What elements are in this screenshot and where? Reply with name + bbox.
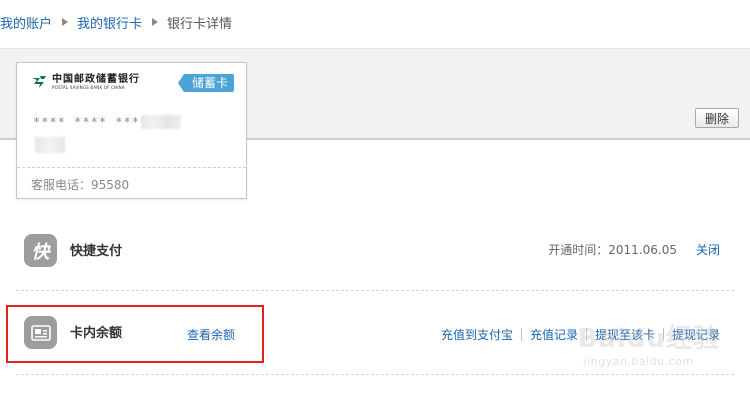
balance-actions: 充值到支付宝 充值记录 提现至该卡 提现记录	[441, 326, 720, 343]
row-divider	[16, 290, 734, 291]
breadcrumb: 我的账户 我的银行卡 银行卡详情	[0, 12, 232, 32]
action-separator	[520, 328, 522, 341]
recharge-records-link[interactable]: 充值记录	[530, 326, 578, 343]
bank-card: 中国邮政储蓄银行 POSTAL SAVINGS BANK OF CHINA 储蓄…	[16, 62, 247, 199]
row-divider	[16, 374, 734, 375]
delete-button[interactable]: 删除	[695, 108, 739, 128]
postal-bank-emblem-icon	[32, 76, 46, 88]
bank-name-cn: 中国邮政储蓄银行	[52, 74, 140, 85]
quick-pay-row: 快 快捷支付 开通时间：2011.06.05 关闭	[16, 216, 734, 286]
withdraw-records-link[interactable]: 提现记录	[672, 326, 720, 343]
quick-pay-close-link[interactable]: 关闭	[696, 241, 720, 258]
action-separator	[585, 328, 587, 341]
service-phone: 客服电话：95580	[31, 178, 130, 192]
bank-logo: 中国邮政储蓄银行 POSTAL SAVINGS BANK OF CHINA	[31, 74, 140, 91]
highlight-box	[6, 305, 264, 363]
recharge-to-alipay-link[interactable]: 充值到支付宝	[441, 326, 513, 343]
breadcrumb-separator-icon	[62, 18, 69, 26]
action-separator	[662, 328, 664, 341]
bank-name-en: POSTAL SAVINGS BANK OF CHINA	[52, 85, 125, 90]
withdraw-to-card-link[interactable]: 提现至该卡	[595, 326, 655, 343]
card-number-masked: **** **** ****	[33, 115, 149, 129]
card-holder-blurred	[35, 137, 65, 153]
card-divider	[17, 167, 246, 168]
breadcrumb-separator-icon	[152, 18, 159, 26]
quick-pay-icon: 快	[24, 234, 57, 267]
quick-pay-title: 快捷支付	[70, 244, 123, 259]
quick-pay-open-time: 开通时间：2011.06.05	[548, 243, 677, 257]
breadcrumb-my-account[interactable]: 我的账户	[0, 13, 52, 32]
breadcrumb-my-bank-cards[interactable]: 我的银行卡	[77, 13, 142, 32]
card-type-badge: 储蓄卡	[177, 74, 234, 92]
breadcrumb-current-page: 银行卡详情	[167, 16, 233, 32]
card-number-blurred	[141, 115, 181, 129]
